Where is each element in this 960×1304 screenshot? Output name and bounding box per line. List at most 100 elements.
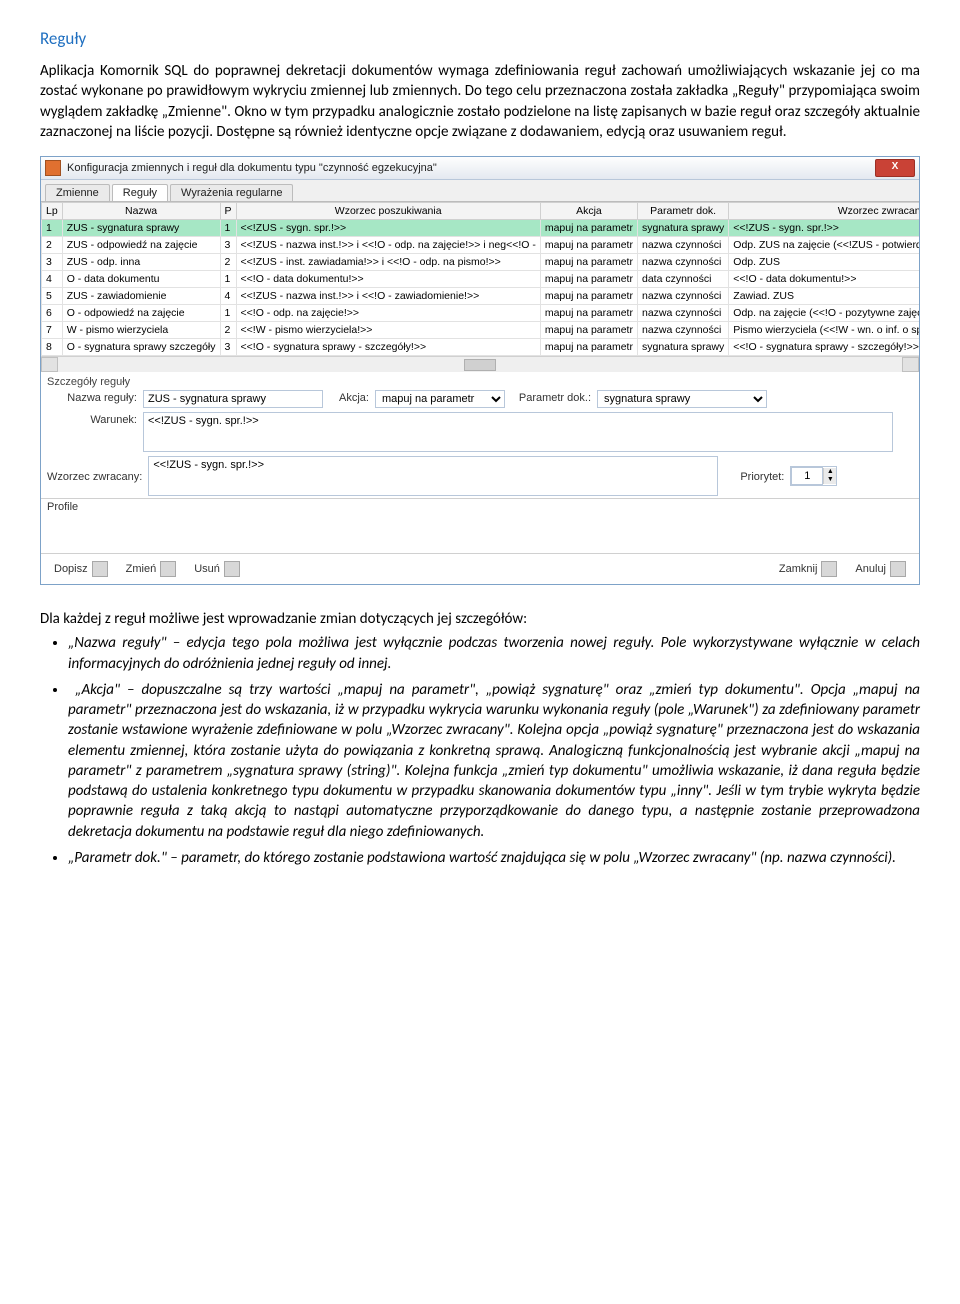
cell-p: 1 — [220, 305, 236, 322]
list-item: „Akcja" – dopuszczalne są trzy wartości … — [68, 680, 920, 842]
col-param[interactable]: Parametr dok. — [637, 203, 728, 220]
cell-nazwa: O - data dokumentu — [62, 271, 220, 288]
cell-lp: 1 — [42, 220, 63, 237]
cell-lp: 2 — [42, 237, 63, 254]
cell-nazwa: ZUS - odp. inna — [62, 254, 220, 271]
edit-icon — [160, 561, 176, 577]
list-item: „Nazwa reguły" – edycja tego pola możliw… — [68, 633, 920, 674]
cell-p: 4 — [220, 288, 236, 305]
cell-nazwa: W - pismo wierzyciela — [62, 322, 220, 339]
zamknij-button[interactable]: Zamknij — [772, 558, 845, 580]
table-row[interactable]: 3ZUS - odp. inna2<<!ZUS - inst. zawiadam… — [42, 254, 920, 271]
cell-akcja: mapuj na parametr — [540, 322, 637, 339]
intro-paragraph: Aplikacja Komornik SQL do poprawnej dekr… — [40, 61, 920, 142]
cell-zwr: <<!O - sygnatura sprawy - szczegóły!>> — [729, 339, 919, 356]
priority-label: Priorytet: — [724, 469, 784, 483]
post-intro: Dla każdej z reguł możliwe jest wprowadz… — [40, 609, 920, 629]
cell-wzorzec: <<!O - odp. na zajęcie!>> — [236, 305, 540, 322]
cell-p: 2 — [220, 322, 236, 339]
cell-akcja: mapuj na parametr — [540, 339, 637, 356]
table-row[interactable]: 8O - sygnatura sprawy szczegóły3 <<!O - s… — [42, 339, 920, 356]
cell-akcja: mapuj na parametr — [540, 271, 637, 288]
cell-lp: 8 — [42, 339, 63, 356]
save-close-icon — [821, 561, 837, 577]
details-legend: Szczegóły reguły — [47, 376, 913, 388]
name-field[interactable] — [143, 390, 323, 408]
bullet-list: „Nazwa reguły" – edycja tego pola możliw… — [68, 633, 920, 868]
add-icon — [92, 561, 108, 577]
cell-param: data czynności — [637, 271, 728, 288]
cell-zwr: <<!ZUS - sygn. spr.!>> — [729, 220, 919, 237]
cell-wzorzec: <<!ZUS - nazwa inst.!>> i <<!O - zawiado… — [236, 288, 540, 305]
priority-value[interactable] — [791, 467, 823, 485]
table-row[interactable]: 1ZUS - sygnatura sprawy1<<!ZUS - sygn. s… — [42, 220, 920, 237]
cell-wzorzec: <<!ZUS - nazwa inst.!>> i <<!O - odp. na… — [236, 237, 540, 254]
app-icon — [45, 160, 61, 176]
cell-nazwa: O - sygnatura sprawy szczegóły — [62, 339, 220, 356]
spin-down-icon[interactable]: ▼ — [823, 476, 836, 484]
table-row[interactable]: 7W - pismo wierzyciela2<<!W - pismo wier… — [42, 322, 920, 339]
cell-akcja: mapuj na parametr — [540, 305, 637, 322]
cell-nazwa: ZUS - zawiadomienie — [62, 288, 220, 305]
cell-param: nazwa czynności — [637, 288, 728, 305]
cell-nazwa: ZUS - odpowiedź na zajęcie — [62, 237, 220, 254]
config-window: Konfiguracja zmiennych i reguł dla dokum… — [40, 156, 920, 585]
cell-param: nazwa czynności — [637, 237, 728, 254]
scroll-thumb[interactable] — [464, 359, 496, 371]
cell-zwr: Pismo wierzyciela (<<!W - wn. o inf. o s… — [729, 322, 919, 339]
cell-zwr: Odp. na zajęcie (<<!O - pozytywne zajęci… — [729, 305, 919, 322]
close-icon[interactable]: X — [875, 159, 915, 177]
cell-wzorzec: <<!W - pismo wierzyciela!>> — [236, 322, 540, 339]
table-row[interactable]: 6O - odpowiedź na zajęcie1<<!O - odp. na… — [42, 305, 920, 322]
param-label: Parametr dok.: — [511, 390, 591, 404]
col-zwr[interactable]: Wzorzec zwracany — [729, 203, 919, 220]
scroll-right-icon[interactable] — [902, 357, 919, 372]
tab-reguly[interactable]: Reguły — [112, 184, 168, 201]
table-header-row: Lp Nazwa P Wzorzec poszukiwania Akcja Pa… — [42, 203, 920, 220]
profile-section: Profile — [41, 498, 919, 553]
cancel-icon — [890, 561, 906, 577]
tab-wyrazenia[interactable]: Wyrażenia regularne — [170, 184, 293, 201]
section-heading: Reguły — [40, 28, 920, 49]
cell-lp: 6 — [42, 305, 63, 322]
cell-lp: 5 — [42, 288, 63, 305]
profile-label: Profile — [47, 501, 78, 513]
titlebar: Konfiguracja zmiennych i reguł dla dokum… — [41, 157, 919, 180]
zmien-button[interactable]: Zmień — [119, 558, 184, 580]
cell-wzorzec: <<!ZUS - inst. zawiadamia!>> i <<!O - od… — [236, 254, 540, 271]
col-wzorzec[interactable]: Wzorzec poszukiwania — [236, 203, 540, 220]
priority-stepper[interactable]: ▲▼ — [790, 466, 837, 486]
col-lp[interactable]: Lp — [42, 203, 63, 220]
table-row[interactable]: 5ZUS - zawiadomienie4<<!ZUS - nazwa inst… — [42, 288, 920, 305]
cell-param: sygnatura sprawy — [637, 220, 728, 237]
usun-button[interactable]: Usuń — [187, 558, 247, 580]
cell-lp: 7 — [42, 322, 63, 339]
cell-nazwa: ZUS - sygnatura sprawy — [62, 220, 220, 237]
action-select[interactable]: mapuj na parametr — [375, 390, 505, 408]
button-row: Dopisz Zmień Usuń Zamknij Anuluj — [41, 553, 919, 584]
scroll-left-icon[interactable] — [41, 357, 58, 372]
cell-zwr: Zawiad. ZUS — [729, 288, 919, 305]
wzorzec-field[interactable]: <<!ZUS - sygn. spr.!>> — [148, 456, 718, 496]
cell-wzorzec: <<!O - data dokumentu!>> — [236, 271, 540, 288]
cell-zwr: <<!O - data dokumentu!>> — [729, 271, 919, 288]
param-select[interactable]: sygnatura sprawy — [597, 390, 767, 408]
anuluj-button[interactable]: Anuluj — [848, 558, 913, 580]
cell-p: 3 — [220, 339, 236, 356]
col-akcja[interactable]: Akcja — [540, 203, 637, 220]
col-nazwa[interactable]: Nazwa — [62, 203, 220, 220]
warunek-field[interactable]: <<!ZUS - sygn. spr.!>> — [143, 412, 893, 452]
col-p[interactable]: P — [220, 203, 236, 220]
tab-zmienne[interactable]: Zmienne — [45, 184, 110, 201]
cell-akcja: mapuj na parametr — [540, 288, 637, 305]
horizontal-scrollbar[interactable] — [41, 356, 919, 372]
wzorzec-label: Wzorzec zwracany: — [47, 469, 142, 483]
list-item: „Parametr dok." – parametr, do którego z… — [68, 848, 920, 868]
name-label: Nazwa reguły: — [47, 390, 137, 404]
table-row[interactable]: 4O - data dokumentu1<<!O - data dokument… — [42, 271, 920, 288]
table-row[interactable]: 2ZUS - odpowiedź na zajęcie3<<!ZUS - naz… — [42, 237, 920, 254]
cell-zwr: Odp. ZUS na zajęcie (<<!ZUS - potwierdze… — [729, 237, 919, 254]
cell-p: 3 — [220, 237, 236, 254]
dopisz-button[interactable]: Dopisz — [47, 558, 115, 580]
spin-up-icon[interactable]: ▲ — [823, 468, 836, 476]
